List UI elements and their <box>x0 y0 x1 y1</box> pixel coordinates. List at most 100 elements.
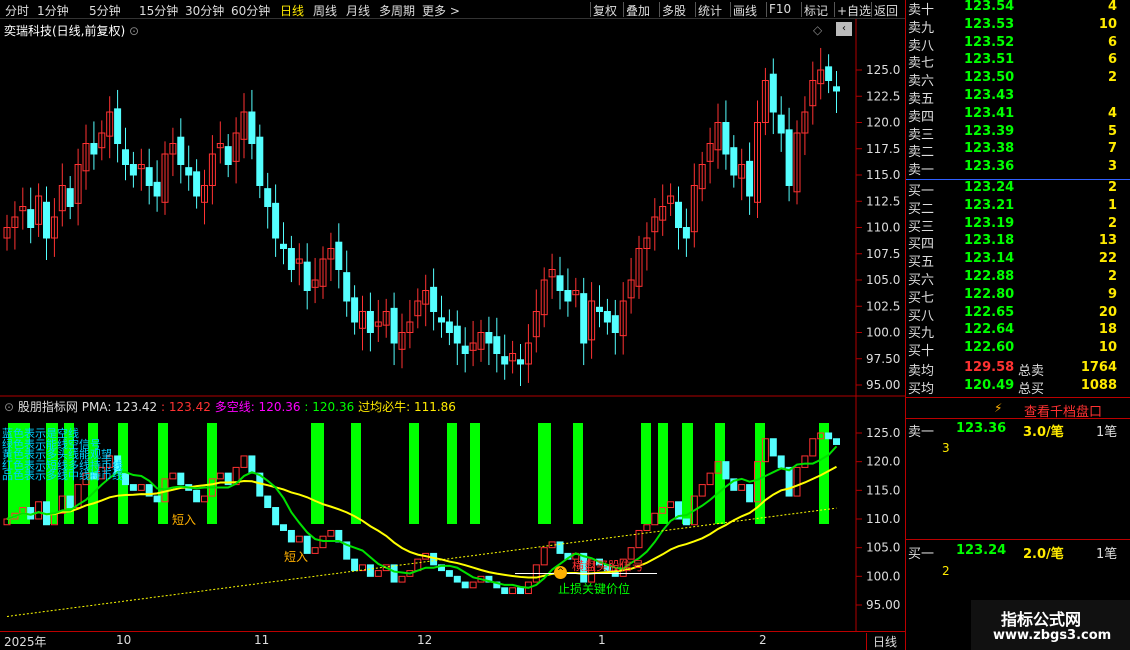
period-tab-daily[interactable]: 日线 <box>280 2 304 19</box>
adjust-button[interactable]: 复权 <box>593 2 617 19</box>
ask-row[interactable]: 卖一 123.36 3 <box>906 159 1121 178</box>
bid-volume: 22 <box>1098 251 1117 267</box>
candle-body <box>43 201 50 239</box>
ask-row[interactable]: 卖十 123.54 4 <box>906 0 1121 18</box>
multi-stock-button[interactable]: 多股 <box>662 2 686 19</box>
candle-body <box>145 167 153 186</box>
ind-tick-label: 120.0 <box>866 455 900 469</box>
ind-candle <box>280 524 287 531</box>
bid-row[interactable]: 买十 122.60 10 <box>906 340 1121 359</box>
ask-volume: 5 <box>1107 123 1117 139</box>
ind-candle <box>129 484 137 491</box>
candle-body <box>193 171 201 197</box>
add-favorite-button[interactable]: +自选 <box>837 2 871 19</box>
ind-tick-label: 115.0 <box>866 483 900 497</box>
ind-candle <box>785 466 793 497</box>
chart-area[interactable]: 125.0 122.5 120.0 117.5 115.0 112.5 110.0 107.5… <box>0 19 905 631</box>
f10-button[interactable]: F10 <box>769 2 791 16</box>
period-tab[interactable]: 分时 <box>5 2 29 19</box>
indicator-name[interactable]: 股朋指标网 <box>18 400 78 414</box>
candle-body <box>722 122 730 155</box>
bid-price: 122.64 <box>964 322 1015 338</box>
candle-body <box>335 241 343 270</box>
candle-body <box>564 290 572 302</box>
period-tab[interactable]: 60分钟 <box>231 2 270 19</box>
ind-candle <box>809 438 817 457</box>
bid-volume: 20 <box>1098 304 1117 320</box>
candle-body <box>453 325 461 344</box>
bid-row[interactable]: 买九 122.64 18 <box>906 322 1121 342</box>
ask-row[interactable]: 卖四 123.41 4 <box>906 106 1121 125</box>
stats-button[interactable]: 统计 <box>698 2 722 19</box>
l2-bid1-row: 买一 123.24 2.0/笔 1笔 <box>906 543 1121 562</box>
more-button[interactable]: 更多 > <box>422 2 460 19</box>
chart-options-icon[interactable]: ‹ <box>836 22 852 36</box>
pma-value: PMA: 123.42 <box>81 400 158 414</box>
avg-buy-label: 买均 <box>908 382 935 397</box>
bid-row[interactable]: 买四 123.18 13 <box>906 233 1121 252</box>
ask-row[interactable]: 卖三 123.39 5 <box>906 123 1121 143</box>
period-label[interactable]: 日线 <box>866 633 898 650</box>
yellow-ma-line <box>6 465 837 579</box>
bid-row[interactable]: 买六 122.88 2 <box>906 269 1121 288</box>
ind-candle <box>216 472 224 480</box>
bid-row[interactable]: 买三 123.19 2 <box>906 215 1121 235</box>
bid-label: 买六 <box>908 273 935 288</box>
period-tab[interactable]: 周线 <box>313 2 337 19</box>
ind-candle <box>801 455 809 468</box>
bid-label: 买五 <box>908 255 935 271</box>
bid-row[interactable]: 买八 122.65 20 <box>906 304 1121 324</box>
ind-candle <box>793 466 801 497</box>
candle-body <box>501 356 509 365</box>
ask-row[interactable]: 卖六 123.50 2 <box>906 70 1121 89</box>
dk-value-2: : 120.36 <box>304 400 355 414</box>
avg-buy-price: 120.49 <box>964 378 1015 393</box>
period-tab[interactable]: 1分钟 <box>37 2 69 19</box>
bid-volume: 2 <box>1107 269 1117 284</box>
bid-row[interactable]: 买一 123.24 2 <box>906 180 1121 199</box>
ask-row[interactable]: 卖八 123.52 6 <box>906 34 1121 54</box>
ind-candle <box>825 432 833 440</box>
period-tab[interactable]: 30分钟 <box>185 2 224 19</box>
ask-row[interactable]: 卖五 123.43 <box>906 88 1121 107</box>
candle-body <box>682 227 690 239</box>
l2-ask1-sub: 3 <box>942 441 950 455</box>
bid-row[interactable]: 买五 123.14 22 <box>906 251 1121 271</box>
ask-volume: 6 <box>1107 34 1117 50</box>
candle-body <box>185 167 193 176</box>
ask-row[interactable]: 卖二 123.38 7 <box>906 141 1121 160</box>
ind-candle <box>66 495 74 509</box>
period-tab[interactable]: 5分钟 <box>89 2 121 19</box>
signal-bar <box>538 423 551 524</box>
bid-label: 买七 <box>908 290 935 306</box>
bid-label: 买九 <box>908 326 935 342</box>
period-tab[interactable]: 月线 <box>346 2 370 19</box>
period-tab[interactable]: 多周期 <box>379 2 415 19</box>
draw-button[interactable]: 画线 <box>733 2 757 19</box>
bid-price: 123.19 <box>964 215 1015 231</box>
overlay-button[interactable]: 叠加 <box>626 2 650 19</box>
candle-body <box>611 315 619 334</box>
ask-row[interactable]: 卖九 123.53 10 <box>906 17 1121 36</box>
ask-price: 123.36 <box>964 159 1015 175</box>
price-tick-label: 117.5 <box>866 142 900 156</box>
ask-price: 123.52 <box>964 34 1015 50</box>
dropdown-icon[interactable]: ⊙ <box>129 24 139 38</box>
ind-candle <box>509 587 517 595</box>
period-tab[interactable]: 15分钟 <box>139 2 178 19</box>
collapse-icon[interactable]: ⊙ <box>4 400 14 414</box>
ind-candle <box>177 472 185 486</box>
candlestick-chart[interactable]: 125.0 122.5 120.0 117.5 115.0 112.5 110.0 107.5… <box>0 19 905 631</box>
ask-row[interactable]: 卖七 123.51 6 <box>906 52 1121 71</box>
annotation-buy-signal: 横盘买股信号 <box>572 559 645 573</box>
back-button[interactable]: 返回 <box>874 2 898 19</box>
bid-row[interactable]: 买七 122.80 9 <box>906 287 1121 306</box>
order-book-panel: 卖十 123.54 4 卖九 123.53 10 卖八 123.52 6 卖七 123.51 6 卖六 1… <box>905 0 1130 650</box>
ind-candle <box>122 472 129 486</box>
candle-body <box>343 272 351 302</box>
ind-candle <box>469 581 477 589</box>
lightning-icon: ⚡ <box>994 401 1003 415</box>
mark-button[interactable]: 标记 <box>804 2 828 19</box>
bid-row[interactable]: 买二 123.21 1 <box>906 198 1121 217</box>
bid-price: 123.18 <box>964 233 1015 249</box>
